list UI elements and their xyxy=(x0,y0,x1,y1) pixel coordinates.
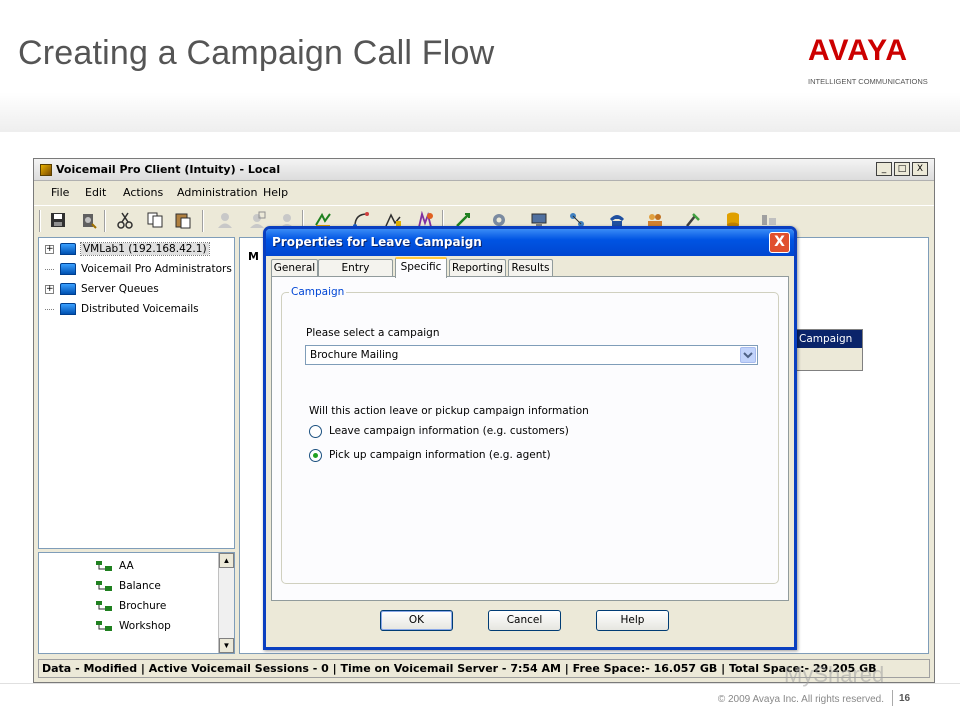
copyright: © 2009 Avaya Inc. All rights reserved. xyxy=(717,694,884,705)
copy-icon[interactable] xyxy=(146,211,164,229)
group-label: Campaign xyxy=(289,286,347,298)
call-flow-icon xyxy=(96,581,112,591)
expand-icon[interactable]: + xyxy=(45,244,54,254)
folder-icon xyxy=(60,283,76,295)
tab-reporting[interactable]: Reporting xyxy=(449,259,506,277)
tree-item-label: Voicemail Pro Administrators xyxy=(81,263,232,275)
tab-specific[interactable]: Specific xyxy=(395,257,447,278)
tree-item-distributed-voicemails[interactable]: Distributed Voicemails xyxy=(45,300,199,318)
watermark: MyShared xyxy=(784,662,885,687)
server-icon[interactable] xyxy=(79,211,97,229)
cancel-button[interactable]: Cancel xyxy=(488,610,561,631)
action-mode-question: Will this action leave or pickup campaig… xyxy=(309,405,589,417)
campaign-action-box[interactable]: Campaign xyxy=(795,329,863,371)
campaign-group: Campaign Please select a campaign Brochu… xyxy=(281,286,779,584)
scroll-down-icon[interactable]: ▼ xyxy=(219,638,234,653)
menu-edit[interactable]: Edit xyxy=(85,186,106,199)
folder-icon xyxy=(60,303,76,315)
cut-icon[interactable] xyxy=(116,211,134,229)
tab-results[interactable]: Results xyxy=(508,259,553,277)
canvas-label: M xyxy=(248,250,259,263)
page-number: 16 xyxy=(899,693,911,704)
dialog-titlebar[interactable]: Properties for Leave Campaign X xyxy=(266,229,794,256)
list-item-label: Workshop xyxy=(119,620,171,632)
menu-help[interactable]: Help xyxy=(263,186,288,199)
menu-file[interactable]: File xyxy=(51,186,69,199)
leave-campaign-option[interactable]: Leave campaign information (e.g. custome… xyxy=(309,423,569,439)
footer-separator xyxy=(892,690,893,706)
list-item-label: Brochure xyxy=(119,600,167,612)
call-flow-list: AA Balance Brochure Workshop ▲ ▼ xyxy=(38,552,235,654)
list-item[interactable]: Workshop xyxy=(95,617,171,635)
folder-icon xyxy=(60,263,76,275)
window-titlebar[interactable]: Voicemail Pro Client (Intuity) - Local _… xyxy=(34,159,934,181)
action-box-title: Campaign xyxy=(796,330,862,348)
scroll-up-icon[interactable]: ▲ xyxy=(219,553,234,568)
tree-item-label: Server Queues xyxy=(81,283,159,295)
toolbar-separator xyxy=(104,210,106,232)
pickup-campaign-radio[interactable] xyxy=(309,448,322,462)
menu-actions[interactable]: Actions xyxy=(123,186,163,199)
specific-tab-panel: Campaign Please select a campaign Brochu… xyxy=(271,276,789,601)
paste-icon[interactable] xyxy=(174,211,192,229)
list-item[interactable]: Brochure xyxy=(95,597,166,615)
tree-item-server[interactable]: + VMLab1 (192.168.42.1) xyxy=(45,240,210,258)
tree-item-label: Distributed Voicemails xyxy=(81,303,199,315)
ok-button[interactable]: OK xyxy=(380,610,453,631)
save-icon[interactable] xyxy=(49,211,67,229)
minimize-button[interactable]: _ xyxy=(876,162,892,176)
list-item[interactable]: AA xyxy=(95,557,134,575)
call-flow-icon xyxy=(96,621,112,631)
campaign-select-label: Please select a campaign xyxy=(306,327,440,339)
list-item[interactable]: Balance xyxy=(95,577,161,595)
maximize-button[interactable]: □ xyxy=(894,162,910,176)
call-flow-icon xyxy=(96,561,112,571)
radio-label: Pick up campaign information (e.g. agent… xyxy=(329,449,551,461)
toolbar-separator xyxy=(39,210,41,232)
campaign-select[interactable]: Brochure Mailing xyxy=(305,345,758,365)
close-window-button[interactable]: X xyxy=(912,162,928,176)
tab-entry-prompts[interactable]: Entry Prompts xyxy=(318,259,393,290)
user-icon[interactable] xyxy=(216,211,234,229)
tree-item-server-queues[interactable]: + Server Queues xyxy=(45,280,159,298)
list-item-label: Balance xyxy=(119,580,161,592)
toolbar-separator xyxy=(202,210,204,232)
campaign-select-value: Brochure Mailing xyxy=(310,349,399,361)
tab-general[interactable]: General xyxy=(271,259,318,277)
menu-administration[interactable]: Administration xyxy=(177,186,258,199)
expand-icon[interactable]: + xyxy=(45,284,54,294)
menu-bar: File Edit Actions Administration Help xyxy=(34,183,934,203)
help-button[interactable]: Help xyxy=(596,610,669,631)
logo-tagline: INTELLIGENT COMMUNICATIONS xyxy=(808,77,928,86)
folder-icon xyxy=(60,243,76,255)
page-title: Creating a Campaign Call Flow xyxy=(18,34,495,72)
user-admin-icon[interactable] xyxy=(248,211,266,229)
call-flow-icon xyxy=(96,601,112,611)
close-icon[interactable]: X xyxy=(769,232,790,253)
dialog-title: Properties for Leave Campaign xyxy=(272,235,482,249)
leave-campaign-radio[interactable] xyxy=(309,424,322,438)
avaya-logo: AVAYA INTELLIGENT COMMUNICATIONS xyxy=(808,34,928,94)
logo-wordmark: AVAYA xyxy=(808,34,909,67)
pickup-campaign-option[interactable]: Pick up campaign information (e.g. agent… xyxy=(309,447,551,463)
list-scrollbar[interactable]: ▲ ▼ xyxy=(218,553,234,653)
radio-label: Leave campaign information (e.g. custome… xyxy=(329,425,569,437)
window-title: Voicemail Pro Client (Intuity) - Local xyxy=(56,163,281,176)
properties-dialog: Properties for Leave Campaign X General … xyxy=(263,226,797,650)
tree-item-administrators[interactable]: Voicemail Pro Administrators xyxy=(45,260,232,278)
list-item-label: AA xyxy=(119,560,134,572)
app-icon xyxy=(40,164,52,176)
tree-item-label: VMLab1 (192.168.42.1) xyxy=(80,242,210,256)
chevron-down-icon[interactable] xyxy=(740,347,756,363)
server-tree: + VMLab1 (192.168.42.1) Voicemail Pro Ad… xyxy=(38,237,235,549)
